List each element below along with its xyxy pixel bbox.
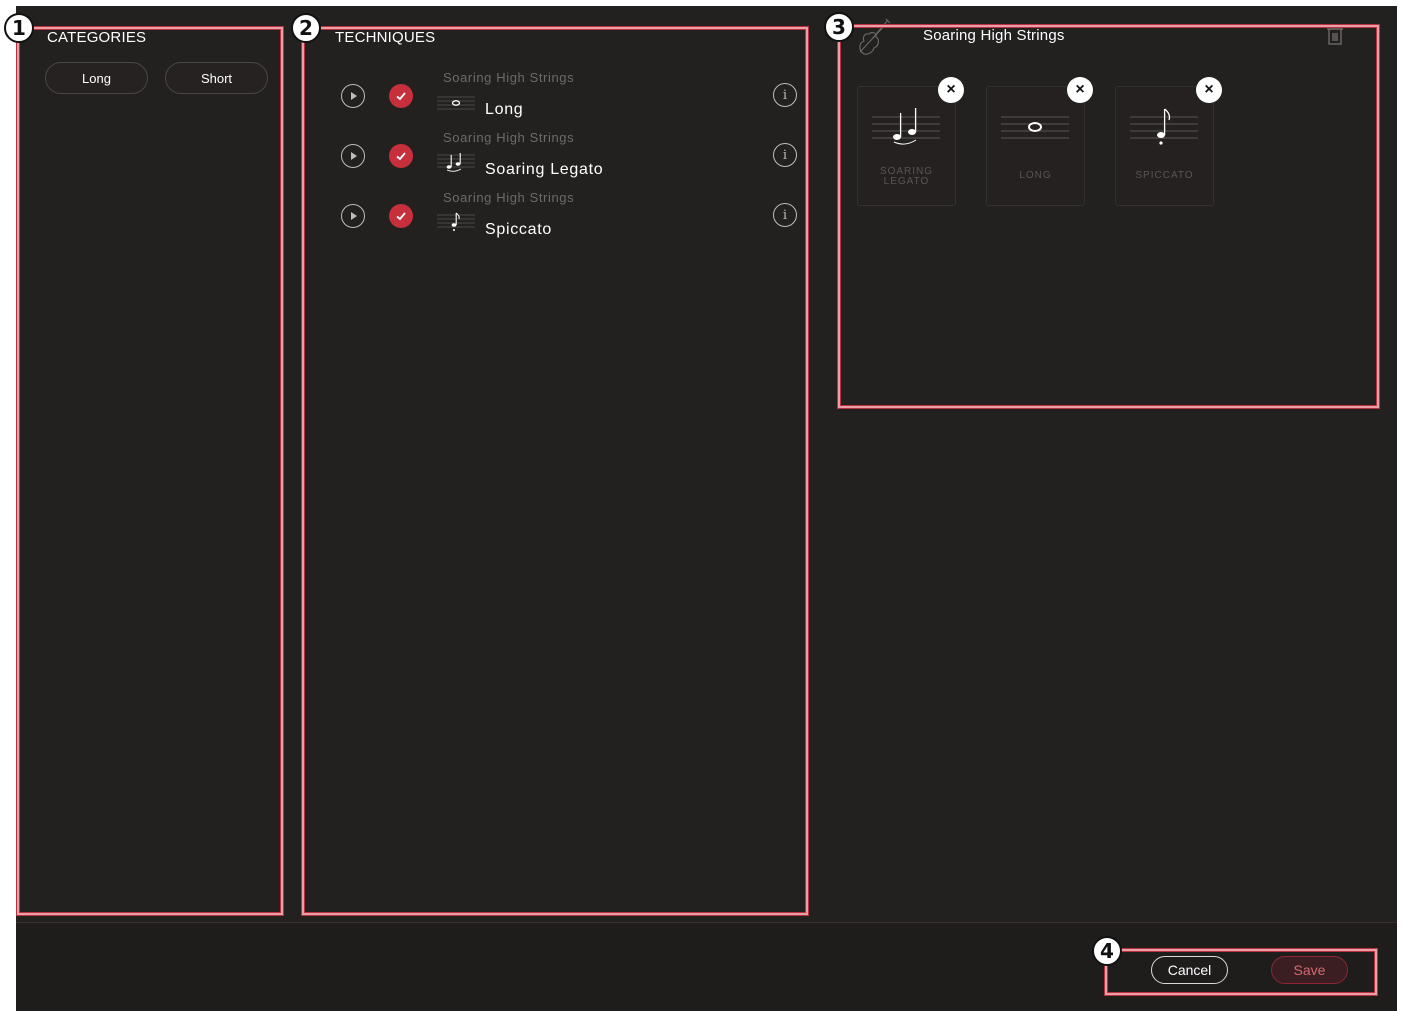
annotation-badge-2: 2: [291, 13, 321, 43]
annotation-frame-selection: [838, 25, 1379, 408]
annotation-badge-4: 4: [1092, 936, 1122, 966]
annotation-frame-techniques: [302, 27, 808, 915]
annotation-frame-categories: [17, 27, 283, 915]
annotation-badge-1: 1: [4, 13, 34, 43]
annotation-badge-3: 3: [824, 12, 854, 42]
annotation-frame-footer-buttons: [1105, 949, 1377, 995]
